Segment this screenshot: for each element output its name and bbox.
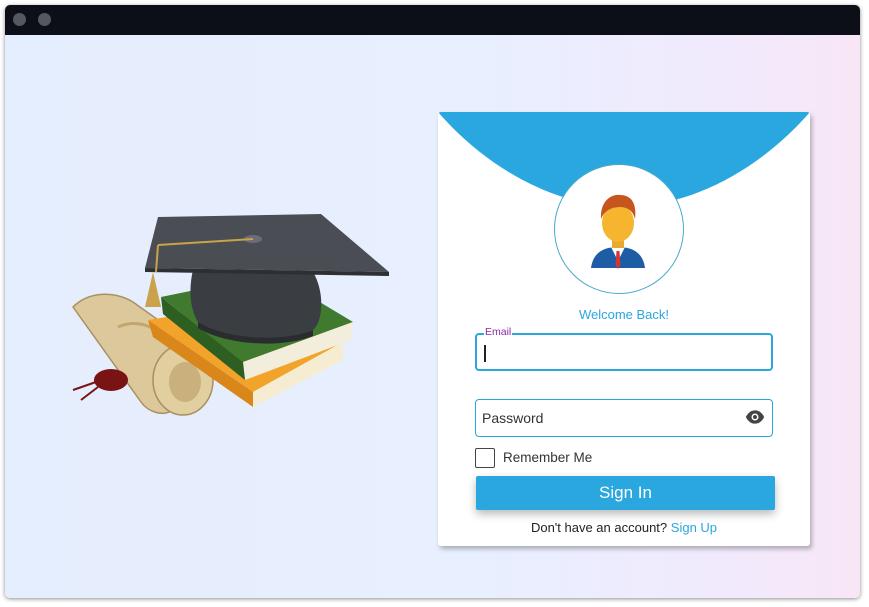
signup-row: Don't have an account? Sign Up <box>438 520 810 535</box>
password-input[interactable] <box>482 400 742 436</box>
window-control-close[interactable] <box>13 13 26 26</box>
sign-in-button[interactable]: Sign In <box>476 476 775 510</box>
email-input[interactable] <box>483 335 743 369</box>
window-titlebar <box>5 5 860 35</box>
password-field[interactable] <box>475 399 773 437</box>
email-field[interactable]: Email <box>475 326 773 371</box>
signup-prompt: Don't have an account? <box>530 520 668 535</box>
graduation-illustration <box>72 214 389 416</box>
login-card: Welcome Back! Email Remember Me Sign In … <box>438 112 810 546</box>
welcome-message: Welcome Back! <box>578 307 670 322</box>
browser-window: Welcome Back! Email Remember Me Sign In … <box>5 5 860 598</box>
avatar <box>554 164 684 294</box>
window-control-minimize[interactable] <box>38 13 51 26</box>
remember-me-checkbox[interactable] <box>475 448 495 468</box>
eye-icon[interactable] <box>745 409 765 425</box>
user-avatar-icon <box>591 194 645 269</box>
remember-me-label: Remember Me <box>503 450 593 465</box>
sign-up-link[interactable]: Sign Up <box>671 520 717 535</box>
